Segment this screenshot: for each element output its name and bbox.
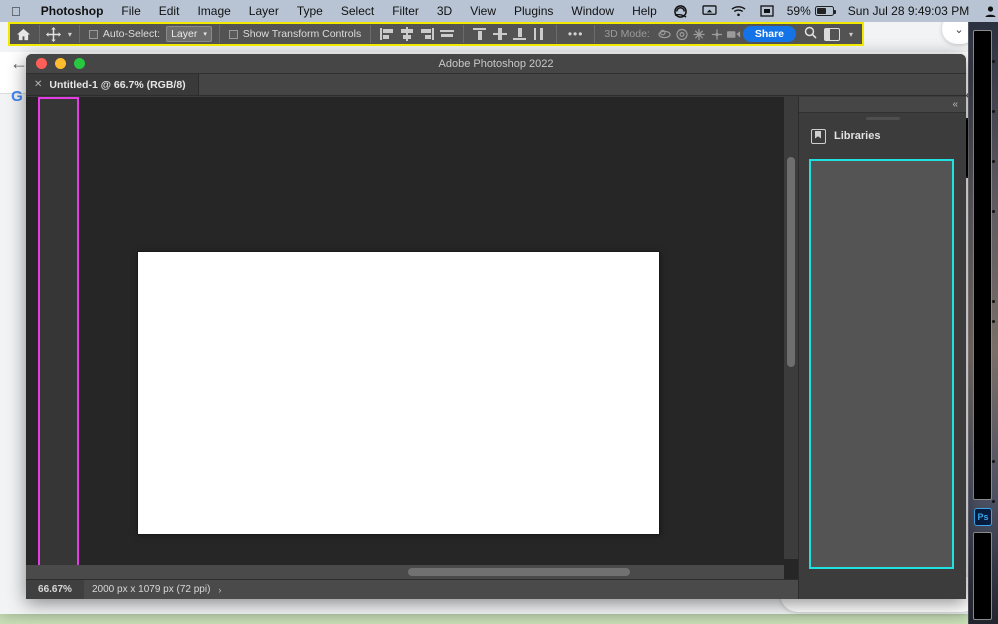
canvas-horizontal-scrollbar[interactable] bbox=[26, 565, 784, 579]
libraries-panel-title: Libraries bbox=[834, 130, 881, 142]
photoshop-options-bar[interactable]: ▾ Auto-Select: Layer ▾ Show Transform Co… bbox=[8, 22, 864, 46]
menu-item-select[interactable]: Select bbox=[332, 4, 383, 18]
panel-drag-handle[interactable] bbox=[799, 113, 966, 123]
menu-clock[interactable]: Sun Jul 28 9:49:03 PM bbox=[840, 4, 977, 18]
move-tool-icon[interactable] bbox=[43, 24, 64, 44]
divider bbox=[79, 25, 80, 43]
checkbox-box[interactable] bbox=[88, 29, 98, 39]
menu-item-plugins[interactable]: Plugins bbox=[505, 4, 562, 18]
options-bar-right-group: Share ▾ bbox=[742, 25, 862, 43]
menu-item-layer[interactable]: Layer bbox=[240, 4, 288, 18]
divider bbox=[463, 25, 464, 43]
divider bbox=[218, 25, 220, 43]
workspace-switcher-icon[interactable] bbox=[824, 27, 840, 41]
orbit-3d-icon[interactable] bbox=[656, 24, 673, 44]
photoshop-title-bar[interactable]: Adobe Photoshop 2022 bbox=[26, 54, 966, 74]
dock-photoshop-icon[interactable]: Ps bbox=[974, 508, 992, 526]
align-right-edges-icon[interactable] bbox=[418, 26, 436, 42]
document-tab-bar[interactable]: ✕ Untitled-1 @ 66.7% (RGB/8) bbox=[26, 74, 966, 96]
tools-panel[interactable] bbox=[38, 97, 79, 574]
divider bbox=[370, 25, 372, 43]
pan-3d-icon[interactable] bbox=[691, 24, 708, 44]
home-icon[interactable] bbox=[10, 24, 36, 44]
document-canvas[interactable] bbox=[138, 252, 659, 534]
google-g-icon: G bbox=[11, 88, 23, 105]
battery-icon bbox=[814, 6, 836, 16]
status-expand-icon[interactable]: › bbox=[218, 585, 221, 595]
menu-item-filter[interactable]: Filter bbox=[383, 4, 428, 18]
roll-3d-icon[interactable] bbox=[673, 24, 690, 44]
canvas-area[interactable]: 66.67% 2000 px x 1079 px (72 ppi) › bbox=[26, 97, 798, 599]
auto-select-checkbox[interactable]: Auto-Select: bbox=[83, 28, 166, 40]
menu-item-file[interactable]: File bbox=[112, 4, 149, 18]
keyboard-input-icon[interactable] bbox=[753, 5, 781, 17]
chevron-down-icon: ▾ bbox=[203, 31, 207, 38]
window-title: Adobe Photoshop 2022 bbox=[438, 57, 554, 70]
scrollbar-thumb[interactable] bbox=[408, 568, 630, 576]
menu-status-area: 59% Sun Jul 28 9:49:03 PM bbox=[666, 4, 998, 18]
show-transform-controls-label: Show Transform Controls bbox=[242, 28, 362, 40]
divider bbox=[39, 25, 40, 43]
menu-item-window[interactable]: Window bbox=[562, 4, 623, 18]
align-buttons-group bbox=[374, 26, 460, 42]
search-icon[interactable] bbox=[800, 26, 820, 42]
libraries-icon bbox=[811, 128, 826, 144]
dock-indicator-dots bbox=[992, 20, 996, 624]
distribute-top-edges-icon[interactable] bbox=[471, 26, 489, 42]
close-tab-icon[interactable]: ✕ bbox=[34, 79, 42, 90]
distribute-buttons-group bbox=[467, 26, 553, 42]
divider bbox=[555, 25, 557, 43]
menu-item-type[interactable]: Type bbox=[288, 4, 332, 18]
distribute-bottom-edges-icon[interactable] bbox=[511, 26, 529, 42]
document-dimensions-label: 2000 px x 1079 px (72 ppi) bbox=[92, 584, 211, 595]
menu-app-name[interactable]: Photoshop bbox=[32, 4, 113, 18]
zoom-level-value[interactable]: 66.67% bbox=[26, 580, 84, 599]
align-top-edges-icon[interactable] bbox=[438, 26, 456, 42]
distribute-vertical-centers-icon[interactable] bbox=[491, 26, 509, 42]
macos-menu-bar[interactable]:  Photoshop File Edit Image Layer Type S… bbox=[0, 0, 998, 22]
creative-cloud-icon[interactable] bbox=[666, 4, 695, 18]
wifi-icon[interactable] bbox=[724, 5, 753, 17]
document-status-bar[interactable]: 66.67% 2000 px x 1079 px (72 ppi) › bbox=[26, 579, 798, 599]
3d-mode-label: 3D Mode: bbox=[604, 28, 650, 40]
scrollbar-thumb[interactable] bbox=[787, 157, 795, 367]
apple-logo-icon[interactable]:  bbox=[0, 5, 32, 18]
divider bbox=[594, 25, 596, 43]
collapse-panels-icon[interactable]: « bbox=[799, 97, 966, 113]
zoom-3d-camera-icon[interactable] bbox=[725, 24, 742, 44]
battery-status[interactable]: 59% bbox=[781, 4, 840, 18]
document-tab[interactable]: ✕ Untitled-1 @ 66.7% (RGB/8) bbox=[26, 74, 199, 95]
battery-percent-label: 59% bbox=[777, 4, 811, 18]
auto-select-target-dropdown[interactable]: Layer ▾ bbox=[166, 26, 212, 42]
show-transform-controls-checkbox[interactable]: Show Transform Controls bbox=[223, 28, 367, 40]
libraries-panel-content[interactable] bbox=[809, 159, 954, 569]
auto-select-label: Auto-Select: bbox=[102, 28, 161, 40]
align-left-edges-icon[interactable] bbox=[378, 26, 396, 42]
screen-mirroring-icon[interactable] bbox=[695, 5, 724, 17]
right-panel-dock[interactable]: « Libraries bbox=[798, 97, 966, 599]
user-account-icon[interactable] bbox=[977, 5, 998, 18]
chevron-down-icon[interactable]: ▾ bbox=[844, 30, 858, 39]
menu-item-view[interactable]: View bbox=[461, 4, 505, 18]
more-options-icon[interactable]: ••• bbox=[560, 27, 592, 41]
auto-select-target-value: Layer bbox=[171, 28, 198, 40]
menu-item-edit[interactable]: Edit bbox=[150, 4, 189, 18]
chevron-down-icon[interactable]: ▾ bbox=[64, 24, 76, 44]
checkbox-box[interactable] bbox=[228, 29, 238, 39]
menu-item-help[interactable]: Help bbox=[623, 4, 666, 18]
document-tab-label: Untitled-1 @ 66.7% (RGB/8) bbox=[49, 78, 186, 91]
libraries-panel-header[interactable]: Libraries bbox=[799, 123, 966, 149]
photoshop-window[interactable]: Adobe Photoshop 2022 ✕ Untitled-1 @ 66.7… bbox=[26, 54, 966, 599]
distribute-left-edges-icon[interactable] bbox=[531, 26, 549, 42]
slide-3d-icon[interactable] bbox=[708, 24, 725, 44]
menu-item-3d[interactable]: 3D bbox=[428, 4, 461, 18]
macos-dock[interactable]: Ps bbox=[968, 20, 998, 624]
align-horizontal-centers-icon[interactable] bbox=[398, 26, 416, 42]
menu-item-image[interactable]: Image bbox=[188, 4, 239, 18]
dock-app-strip bbox=[973, 30, 992, 500]
photoshop-body: 66.67% 2000 px x 1079 px (72 ppi) › « Li… bbox=[26, 97, 966, 599]
canvas-vertical-scrollbar[interactable] bbox=[784, 97, 798, 559]
share-button[interactable]: Share bbox=[742, 25, 796, 43]
dock-app-strip-lower bbox=[973, 532, 992, 620]
